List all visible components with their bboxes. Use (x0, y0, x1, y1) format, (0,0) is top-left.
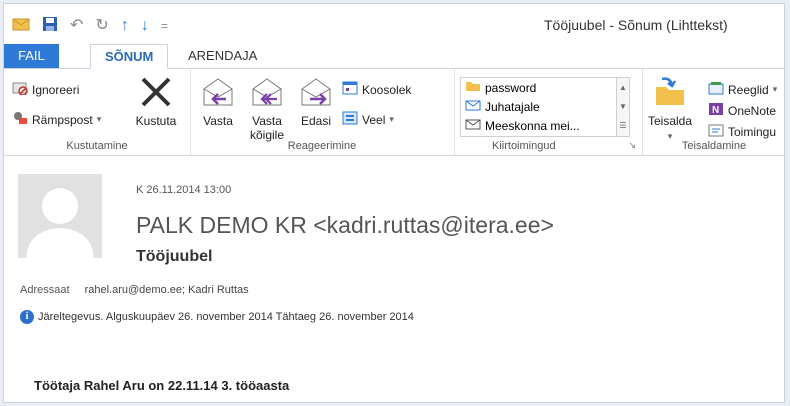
window-title: Tööjuubel - Sõnum (Lihttekst) (544, 17, 728, 33)
recipients-label: Adressaat (20, 284, 70, 296)
delete-x-icon (128, 75, 184, 112)
chevron-down-icon: ▾ (96, 114, 102, 124)
sent-date: K 26.11.2014 13:00 (136, 184, 232, 196)
reply-icon (198, 75, 238, 112)
followup-info: i Järeltegevus. Alguskuupäev 26. novembe… (20, 310, 414, 324)
meeting-label: Koosolek (362, 82, 412, 97)
tab-message[interactable]: SÕNUM (90, 44, 169, 69)
onenote-button[interactable]: N OneNote (708, 102, 776, 119)
actions-label: Toimingu (728, 124, 777, 139)
tab-file[interactable]: FAIL (4, 44, 59, 68)
gallery-more-icon[interactable]: ☰ (617, 116, 629, 135)
group-label-move: Teisaldamine (681, 140, 747, 152)
avatar (18, 174, 102, 258)
sender[interactable]: PALK DEMO KR <kadri.ruttas@itera.ee> (136, 212, 554, 239)
onenote-icon: N (708, 102, 724, 119)
forward-label: Edasi (300, 114, 332, 128)
group-label-delete: Kustutamine (66, 140, 128, 152)
quick-steps-gallery: password Juhatajale Meeskonna mei... ▲ ▼… (460, 77, 630, 137)
folder-icon (465, 80, 481, 95)
more-label: Veel (362, 112, 386, 127)
more-icon (342, 111, 358, 128)
onenote-label: OneNote (728, 103, 777, 118)
meeting-button[interactable]: Koosolek (342, 81, 411, 98)
delete-button[interactable]: Kustuta (128, 75, 184, 128)
arrow-down-icon[interactable]: ↓ (141, 18, 149, 34)
arrow-up-icon[interactable]: ↑ (121, 18, 129, 34)
scroll-down-icon[interactable]: ▼ (617, 97, 629, 116)
more-respond-button[interactable]: Veel ▾ (342, 111, 394, 128)
quick-step-item[interactable]: password (461, 78, 629, 97)
undo-icon[interactable]: ↶ (70, 18, 83, 34)
rules-button[interactable]: Reeglid ▾ (708, 81, 777, 98)
move-button[interactable]: Teisalda ▾ (648, 75, 692, 142)
group-label-respond: Reageerimine (287, 140, 357, 152)
reply-all-icon (244, 75, 290, 112)
info-icon: i (20, 310, 34, 324)
quick-step-label: Meeskonna mei... (485, 118, 580, 133)
quick-step-item[interactable]: Meeskonna mei... (461, 116, 629, 135)
title-bar: ↶ ↻ ↑ ↓ = Tööjuubel - Sõnum (Lihttekst) (4, 4, 784, 44)
group-respond: Vasta Vasta kõigile Edasi Koosolek Veel … (190, 69, 455, 155)
move-label: Teisalda (648, 114, 693, 128)
group-label-quick-steps: Kiirtoimingud (492, 140, 556, 152)
junk-label: Rämpspost (32, 112, 93, 127)
recipients: Adressaat rahel.aru@demo.ee; Kadri Rutta… (20, 284, 249, 296)
followup-text: Järeltegevus. Alguskuupäev 26. november … (38, 311, 414, 323)
subject: Tööjuubel (136, 248, 213, 265)
person-placeholder-icon (26, 188, 94, 258)
rules-icon (708, 81, 724, 98)
ignore-icon (12, 81, 28, 98)
quick-step-item[interactable]: Juhatajale (461, 97, 629, 116)
customize-qat-icon[interactable]: = (161, 18, 168, 34)
junk-button[interactable]: Rämpspost ▾ (12, 111, 101, 128)
chevron-down-icon: ▾ (389, 114, 394, 124)
forward-icon (296, 75, 336, 112)
forward-to-manager-icon (465, 99, 481, 114)
reply-all-button[interactable]: Vasta kõigile (244, 75, 290, 142)
reply-all-label-1: Vasta (252, 114, 282, 128)
ribbon: Ignoreeri Rämpspost ▾ Kustuta Kustutamin… (4, 69, 784, 156)
rules-label: Reeglid (728, 82, 769, 97)
reply-label: Vasta (203, 114, 233, 128)
quick-step-label: Juhatajale (485, 99, 540, 114)
meeting-icon (342, 81, 358, 98)
save-icon[interactable] (42, 16, 58, 36)
actions-icon (708, 123, 724, 140)
ignore-button[interactable]: Ignoreeri (12, 81, 79, 98)
ribbon-tabs: FAIL SÕNUM ARENDAJA (4, 44, 784, 69)
gallery-scrollbar[interactable]: ▲ ▼ ☰ (616, 78, 629, 136)
junk-icon (12, 111, 28, 128)
forward-button[interactable]: Edasi (296, 75, 336, 128)
delete-label: Kustuta (135, 114, 177, 128)
chevron-down-icon: ▾ (772, 84, 778, 94)
message-body: Töötaja Rahel Aru on 22.11.14 3. tööaast… (34, 378, 290, 393)
group-delete: Ignoreeri Rämpspost ▾ Kustuta Kustutamin… (4, 69, 191, 155)
team-email-icon (465, 118, 481, 133)
quick-access-toolbar: ↶ ↻ ↑ ↓ = (12, 16, 168, 36)
envelope-icon[interactable] (12, 17, 30, 35)
ignore-label: Ignoreeri (32, 82, 80, 97)
message-window: ↶ ↻ ↑ ↓ = Tööjuubel - Sõnum (Lihttekst) … (3, 3, 785, 403)
quick-step-label: password (485, 80, 537, 95)
dialog-launcher-icon[interactable]: ↘ (628, 140, 636, 151)
group-move: Teisalda ▾ Reeglid ▾ N OneNote Toimingu … (642, 69, 784, 155)
svg-text:N: N (712, 105, 719, 116)
scroll-up-icon[interactable]: ▲ (617, 78, 629, 97)
actions-button[interactable]: Toimingu (708, 123, 776, 140)
tab-developer[interactable]: ARENDAJA (174, 44, 271, 68)
reply-button[interactable]: Vasta (198, 75, 238, 128)
recipients-value[interactable]: rahel.aru@demo.ee; Kadri Ruttas (85, 284, 249, 296)
move-folder-icon (648, 75, 692, 112)
redo-icon[interactable]: ↻ (95, 18, 108, 34)
message-pane: K 26.11.2014 13:00 PALK DEMO KR <kadri.r… (4, 156, 784, 402)
